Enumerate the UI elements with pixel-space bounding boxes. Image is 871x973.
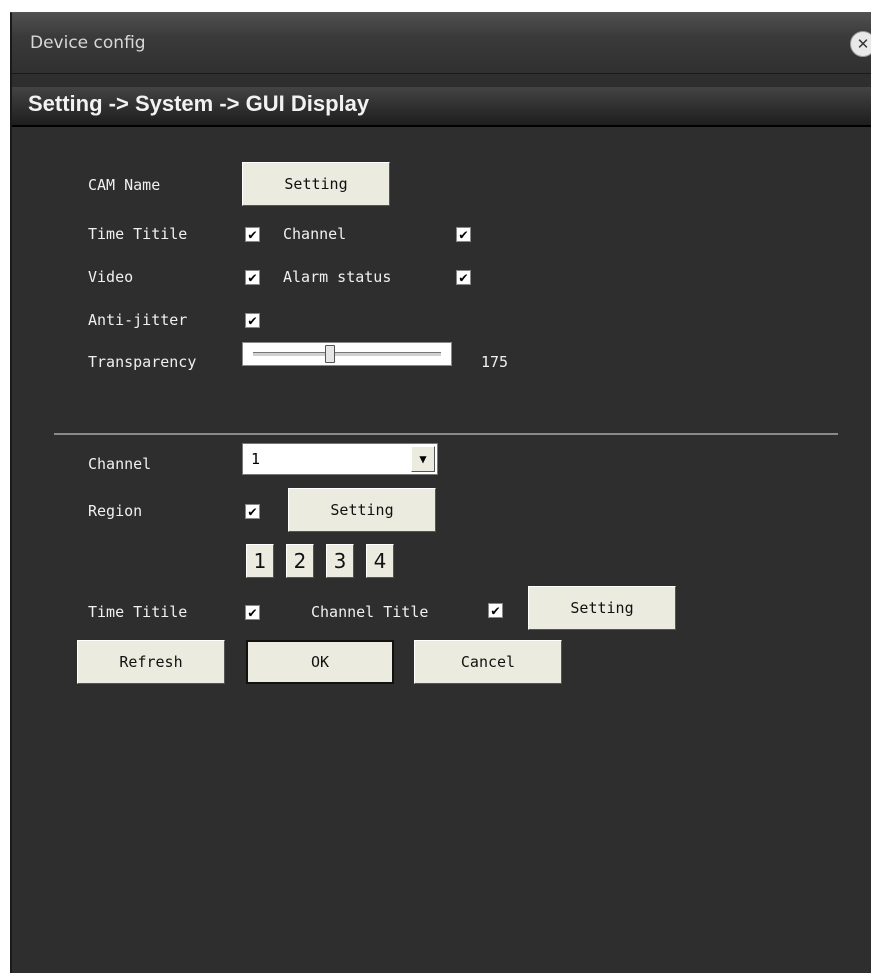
channel-checkbox[interactable]: ✔ <box>456 227 471 242</box>
check-icon: ✔ <box>459 269 468 286</box>
osd-time-title-checkbox[interactable]: ✔ <box>245 605 260 620</box>
check-icon: ✔ <box>491 602 500 619</box>
transparency-slider[interactable] <box>242 342 452 366</box>
anti-jitter-label: Anti-jitter <box>88 311 188 329</box>
chevron-down-icon[interactable]: ▼ <box>411 446 435 472</box>
region-4-button[interactable]: 4 <box>366 544 394 578</box>
ok-button[interactable]: OK <box>246 640 394 684</box>
breadcrumb-bar: Setting -> System -> GUI Display <box>12 87 871 127</box>
divider <box>54 433 838 435</box>
device-config-window: Device config ✕ Setting -> System -> GUI… <box>10 12 871 973</box>
cam-name-setting-button[interactable]: Setting <box>242 162 390 206</box>
cam-name-label: CAM Name <box>88 176 161 194</box>
osd-time-title-label: Time Titile <box>88 603 188 621</box>
check-icon: ✔ <box>248 226 257 243</box>
check-icon: ✔ <box>459 226 468 243</box>
check-icon: ✔ <box>248 269 257 286</box>
channel-label: Channel <box>283 225 347 243</box>
channel-title-checkbox[interactable]: ✔ <box>488 603 503 618</box>
region-1-button[interactable]: 1 <box>246 544 274 578</box>
refresh-button[interactable]: Refresh <box>77 640 225 684</box>
breadcrumb: Setting -> System -> GUI Display <box>28 91 370 116</box>
slider-thumb[interactable] <box>325 345 335 363</box>
channel-title-setting-button[interactable]: Setting <box>528 586 676 630</box>
video-label: Video <box>88 268 134 286</box>
channel-select[interactable]: 1 ▼ <box>242 443 438 475</box>
region-2-button[interactable]: 2 <box>286 544 314 578</box>
time-title-label: Time Titile <box>88 225 188 243</box>
anti-jitter-checkbox[interactable]: ✔ <box>245 313 260 328</box>
alarm-status-checkbox[interactable]: ✔ <box>456 270 471 285</box>
check-icon: ✔ <box>248 604 257 621</box>
close-icon[interactable]: ✕ <box>850 31 871 57</box>
cancel-button[interactable]: Cancel <box>414 640 562 684</box>
slider-track <box>253 352 441 356</box>
region-setting-button[interactable]: Setting <box>288 488 436 532</box>
region-label: Region <box>88 502 143 520</box>
region-checkbox[interactable]: ✔ <box>245 504 260 519</box>
transparency-value: 175 <box>481 353 509 371</box>
region-3-button[interactable]: 3 <box>326 544 354 578</box>
video-checkbox[interactable]: ✔ <box>245 270 260 285</box>
alarm-status-label: Alarm status <box>283 268 392 286</box>
title-bar: Device config ✕ <box>12 13 871 74</box>
channel-select-label: Channel <box>88 455 152 473</box>
transparency-label: Transparency <box>88 353 197 371</box>
window-title: Device config <box>30 33 146 53</box>
channel-title-label: Channel Title <box>311 603 429 621</box>
check-icon: ✔ <box>248 503 257 520</box>
check-icon: ✔ <box>248 312 257 329</box>
time-title-checkbox[interactable]: ✔ <box>245 227 260 242</box>
channel-select-value: 1 <box>251 450 261 468</box>
